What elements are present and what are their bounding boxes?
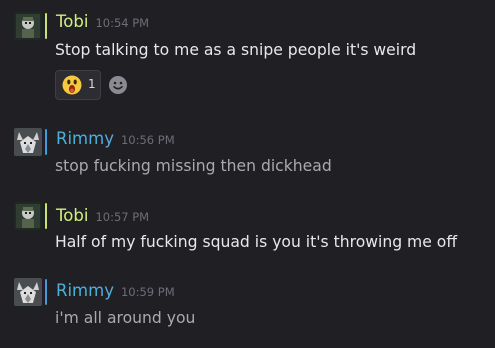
add-reaction-smiley-icon[interactable]	[108, 75, 128, 95]
username[interactable]: Rimmy	[56, 129, 114, 148]
user-status-bar	[45, 13, 47, 39]
message-text: stop fucking missing then dickhead	[55, 157, 332, 175]
username[interactable]: Rimmy	[56, 281, 114, 300]
message-text: Half of my fucking squad is you it's thr…	[55, 233, 458, 251]
reaction-count: 1	[88, 77, 96, 91]
timestamp: 10:56 PM	[120, 133, 175, 147]
wolf-avatar-icon[interactable]	[14, 128, 42, 156]
reaction-button[interactable]: 1	[55, 70, 101, 100]
soldier-avatar-icon[interactable]	[14, 12, 42, 40]
wolf-avatar-icon[interactable]	[14, 278, 42, 306]
chat-message-group: Rimmy 10:59 PM i'm all around you	[0, 272, 495, 342]
message-header: Rimmy 10:59 PM	[56, 281, 175, 300]
message-text: Stop talking to me as a snipe people it'…	[55, 41, 417, 59]
user-status-bar	[45, 129, 47, 155]
timestamp: 10:59 PM	[120, 285, 175, 299]
message-text: i'm all around you	[55, 309, 196, 327]
user-status-bar	[45, 203, 47, 229]
timestamp: 10:54 PM	[95, 16, 150, 30]
message-header: Tobi 10:57 PM	[56, 206, 149, 225]
timestamp: 10:57 PM	[95, 210, 150, 224]
chat-message-group: Rimmy 10:56 PM stop fucking missing then …	[0, 124, 495, 184]
user-status-bar	[45, 279, 47, 305]
message-header: Tobi 10:54 PM	[56, 12, 149, 31]
username[interactable]: Tobi	[56, 12, 88, 31]
username[interactable]: Tobi	[56, 206, 88, 225]
soldier-avatar-icon[interactable]	[14, 202, 42, 230]
chat-message-group: Tobi 10:54 PM Stop talking to me as a sni…	[0, 0, 495, 110]
surprised-face-emoji-icon	[61, 74, 83, 96]
message-header: Rimmy 10:56 PM	[56, 129, 175, 148]
chat-message-group: Tobi 10:57 PM Half of my fucking squad is…	[0, 198, 495, 258]
